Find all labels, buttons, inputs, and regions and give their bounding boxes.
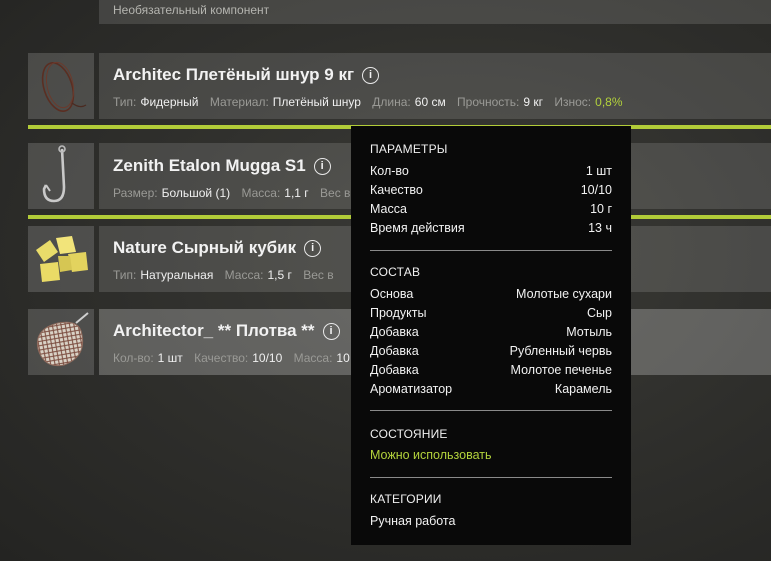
tooltip-divider	[370, 410, 612, 411]
tooltip-categories-value: Ручная работа	[370, 514, 456, 528]
tooltip-composition-row: Ароматизатор Карамель	[370, 382, 612, 396]
braided-line-icon	[41, 61, 87, 112]
info-icon[interactable]: i	[322, 323, 340, 340]
tooltip-state-header: СОСТОЯНИЕ	[370, 427, 448, 441]
item-title-hook: Zenith Etalon Mugga S1 i	[113, 156, 331, 176]
item-thumbnail-cheese[interactable]	[28, 226, 94, 292]
tooltip-composition-row: Добавка Рубленный червь	[370, 344, 612, 358]
tooltip-state-value: Можно использовать	[370, 448, 492, 462]
tooltip-param-row: Время действия 13 ч	[370, 221, 612, 235]
wear-value: 0,8%	[595, 95, 623, 109]
item-props-hook: Размер: Большой (1) Масса: 1,1 г Вес в	[113, 186, 351, 200]
tooltip-params-header: ПАРАМЕТРЫ	[370, 142, 448, 156]
tooltip-composition-row: Основа Молотые сухари	[370, 287, 612, 301]
item-title-line: Architec Плетёный шнур 9 кг i	[113, 65, 380, 85]
bait-mesh-icon	[36, 312, 89, 367]
info-icon[interactable]: i	[362, 67, 380, 84]
info-icon[interactable]: i	[304, 240, 322, 257]
tooltip-param-row: Кол-во 1 шт	[370, 164, 612, 178]
item-props-bait: Кол-во: 1 шт Качество: 10/10 Масса: 10	[113, 351, 350, 365]
info-icon[interactable]: i	[313, 158, 331, 175]
hook-icon	[42, 145, 66, 203]
tooltip-divider	[370, 477, 612, 478]
tooltip-divider	[370, 250, 612, 251]
tooltip-composition-header: СОСТАВ	[370, 265, 421, 279]
item-title-bait: Architector_ ** Плотва ** i	[113, 321, 340, 341]
item-tooltip: ПАРАМЕТРЫ Кол-во 1 шт Качество 10/10 Масса…	[351, 126, 631, 545]
tooltip-composition-row: Добавка Молотое печенье	[370, 363, 612, 377]
item-thumbnail-hook[interactable]	[28, 143, 94, 209]
tooltip-param-row: Качество 10/10	[370, 183, 612, 197]
item-props-line: Тип: Фидерный Материал: Плетёный шнур Длин…	[113, 95, 623, 109]
optional-component-label: Необязательный компонент	[113, 3, 270, 17]
cheese-cube-icon	[36, 236, 88, 282]
tooltip-composition-row: Добавка Мотыль	[370, 325, 612, 339]
tooltip-param-row: Масса 10 г	[370, 202, 612, 216]
item-title-cheese: Nature Сырный кубик i	[113, 238, 322, 258]
item-thumbnail-line[interactable]	[28, 53, 94, 119]
item-thumbnail-bait[interactable]	[28, 309, 94, 375]
tooltip-composition-row: Продукты Сыр	[370, 306, 612, 320]
tooltip-categories-header: КАТЕГОРИИ	[370, 492, 442, 506]
item-props-cheese: Тип: Натуральная Масса: 1,5 г Вес в	[113, 268, 334, 282]
item-row-line[interactable]	[99, 53, 771, 119]
